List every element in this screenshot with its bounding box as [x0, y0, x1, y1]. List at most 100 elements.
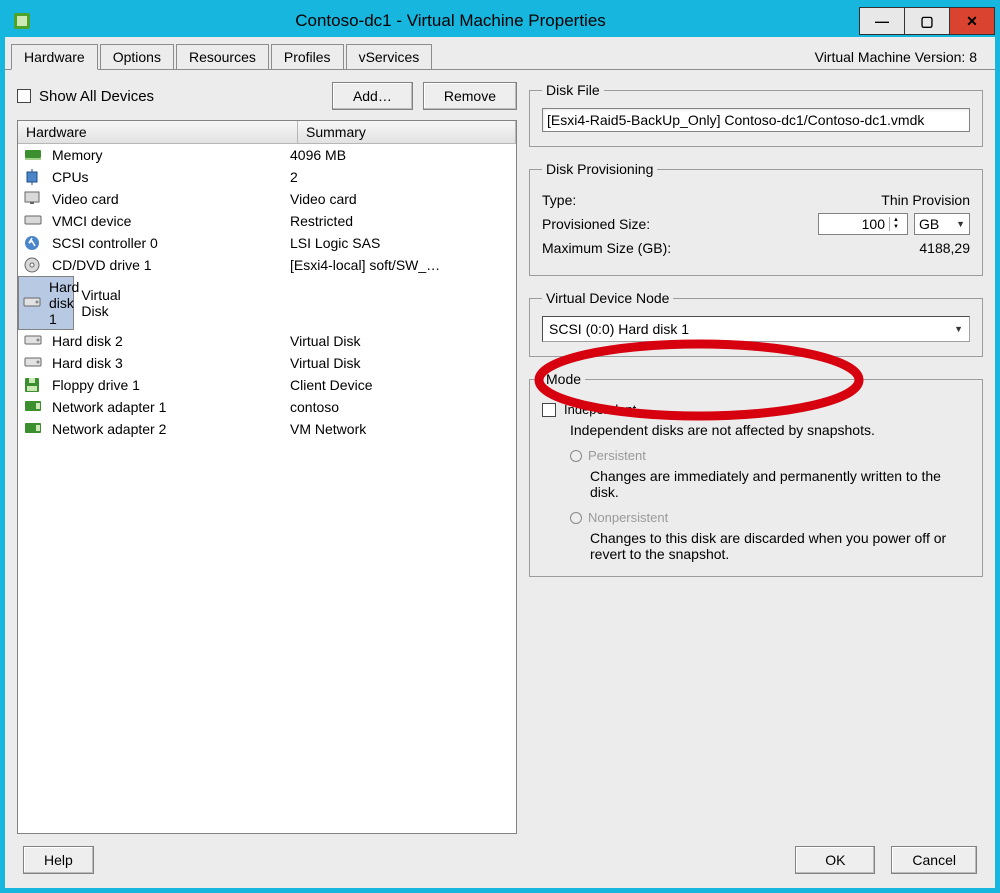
memory-icon [24, 147, 44, 163]
disk-file-legend: Disk File [542, 82, 604, 98]
provisioned-size-label: Provisioned Size: [542, 216, 818, 232]
nonpersistent-label: Nonpersistent [588, 510, 668, 525]
disk-file-input[interactable] [542, 108, 970, 132]
unit-value: GB [919, 216, 939, 232]
ok-button[interactable]: OK [795, 846, 875, 874]
disk-file-group: Disk File [529, 82, 983, 147]
nonpersistent-desc: Changes to this disk are discarded when … [590, 530, 970, 562]
tab-hardware[interactable]: Hardware [11, 44, 98, 70]
hardware-list: Hardware Summary Memory 4096 MB CPUs 2 Video… [17, 120, 517, 834]
hardware-row[interactable]: Network adapter 1 contoso [18, 396, 516, 418]
video-icon [24, 191, 44, 207]
provisioned-size-input[interactable] [819, 214, 889, 234]
window-title: Contoso-dc1 - Virtual Machine Properties [41, 11, 860, 31]
summary-column-header[interactable]: Summary [298, 121, 516, 143]
remove-button[interactable]: Remove [423, 82, 517, 110]
disk-icon [24, 333, 44, 349]
chevron-down-icon: ▼ [956, 219, 965, 229]
disk-provisioning-group: Disk Provisioning Type: Thin Provision P… [529, 161, 983, 276]
disk-provisioning-legend: Disk Provisioning [542, 161, 657, 177]
hardware-column-header[interactable]: Hardware [18, 121, 298, 143]
radio-icon [570, 512, 582, 524]
titlebar[interactable]: Contoso-dc1 - Virtual Machine Properties… [5, 5, 995, 37]
virtual-device-node-select[interactable]: SCSI (0:0) Hard disk 1 ▼ [542, 316, 970, 342]
vsphere-icon [13, 12, 31, 30]
help-button[interactable]: Help [23, 846, 94, 874]
hardware-row[interactable]: Floppy drive 1 Client Device [18, 374, 516, 396]
hw-summary: Video card [290, 191, 510, 207]
hw-summary: Restricted [290, 213, 510, 229]
hw-summary: Client Device [290, 377, 510, 393]
hardware-row[interactable]: CPUs 2 [18, 166, 516, 188]
nic-icon [24, 421, 44, 437]
persistent-label: Persistent [588, 448, 646, 463]
hardware-row[interactable]: Hard disk 2 Virtual Disk [18, 330, 516, 352]
hardware-row[interactable]: SCSI controller 0LSI Logic SAS [18, 232, 516, 254]
scsi-icon [24, 235, 44, 251]
hw-summary: [Esxi4-local] soft/SW_… [290, 257, 510, 273]
hw-name: CPUs [52, 169, 89, 185]
hw-name: Hard disk 2 [52, 333, 123, 349]
vm-version-label: Virtual Machine Version: 8 [805, 45, 987, 69]
hardware-row[interactable]: Hard disk 1Virtual Disk [18, 276, 74, 330]
chevron-down-icon: ▼ [954, 324, 963, 334]
vdn-value: SCSI (0:0) Hard disk 1 [549, 321, 689, 337]
mode-legend: Mode [542, 371, 585, 387]
tab-options[interactable]: Options [100, 44, 174, 69]
hardware-row[interactable]: Video card Video card [18, 188, 516, 210]
stepper-arrows-icon[interactable]: ▲▼ [889, 217, 902, 231]
hw-name: Hard disk 3 [52, 355, 123, 371]
cpu-icon [24, 169, 44, 185]
hw-name: Hard disk 1 [49, 279, 81, 327]
checkbox-icon[interactable] [542, 403, 556, 417]
hw-summary: Virtual Disk [290, 355, 510, 371]
hw-summary: contoso [290, 399, 510, 415]
hardware-row[interactable]: Memory 4096 MB [18, 144, 516, 166]
tab-resources[interactable]: Resources [176, 44, 269, 69]
max-size-value: 4188,29 [919, 240, 970, 256]
vmci-icon [24, 213, 44, 229]
minimize-button[interactable]: — [859, 7, 905, 35]
hw-name: VMCI device [52, 213, 131, 229]
hardware-row[interactable]: Network adapter 2VM Network [18, 418, 516, 440]
tab-vservices[interactable]: vServices [346, 44, 433, 69]
hw-name: Network adapter 2 [52, 421, 166, 437]
hw-summary: Virtual Disk [290, 333, 510, 349]
show-all-devices-checkbox[interactable]: Show All Devices [17, 88, 322, 105]
vdn-legend: Virtual Device Node [542, 290, 673, 306]
provision-type-value: Thin Provision [881, 192, 970, 208]
independent-desc: Independent disks are not affected by sn… [570, 422, 970, 438]
hw-summary: 2 [290, 169, 510, 185]
hw-summary: LSI Logic SAS [290, 235, 510, 251]
max-size-label: Maximum Size (GB): [542, 240, 919, 256]
virtual-device-node-group: Virtual Device Node SCSI (0:0) Hard disk… [529, 290, 983, 357]
nic-icon [24, 399, 44, 415]
hw-name: Video card [52, 191, 119, 207]
show-all-devices-label: Show All Devices [39, 88, 154, 105]
checkbox-icon [17, 89, 31, 103]
mode-group: Mode Independent Independent disks are n… [529, 371, 983, 577]
provisioned-size-unit-select[interactable]: GB ▼ [914, 213, 970, 235]
add-button[interactable]: Add… [332, 82, 413, 110]
hw-summary: 4096 MB [290, 147, 510, 163]
hardware-row[interactable]: CD/DVD drive 1 [Esxi4-local] soft/SW_… [18, 254, 516, 276]
tab-bar: HardwareOptionsResourcesProfilesvService… [5, 37, 995, 70]
hw-name: Network adapter 1 [52, 399, 166, 415]
maximize-button[interactable]: ▢ [904, 7, 950, 35]
tab-profiles[interactable]: Profiles [271, 44, 344, 69]
hardware-row[interactable]: Hard disk 3 Virtual Disk [18, 352, 516, 374]
hw-summary: Virtual Disk [81, 287, 120, 319]
disk-icon [24, 355, 44, 371]
cd-icon [24, 257, 44, 273]
provision-type-label: Type: [542, 192, 881, 208]
disk-icon [23, 295, 41, 311]
hw-name: CD/DVD drive 1 [52, 257, 152, 273]
provisioned-size-stepper[interactable]: ▲▼ [818, 213, 908, 235]
cancel-button[interactable]: Cancel [891, 846, 977, 874]
hw-name: Floppy drive 1 [52, 377, 140, 393]
hw-name: Memory [52, 147, 103, 163]
hardware-row[interactable]: VMCI device Restricted [18, 210, 516, 232]
close-button[interactable]: ✕ [949, 7, 995, 35]
radio-icon [570, 450, 582, 462]
vm-properties-window: Contoso-dc1 - Virtual Machine Properties… [0, 0, 1000, 893]
